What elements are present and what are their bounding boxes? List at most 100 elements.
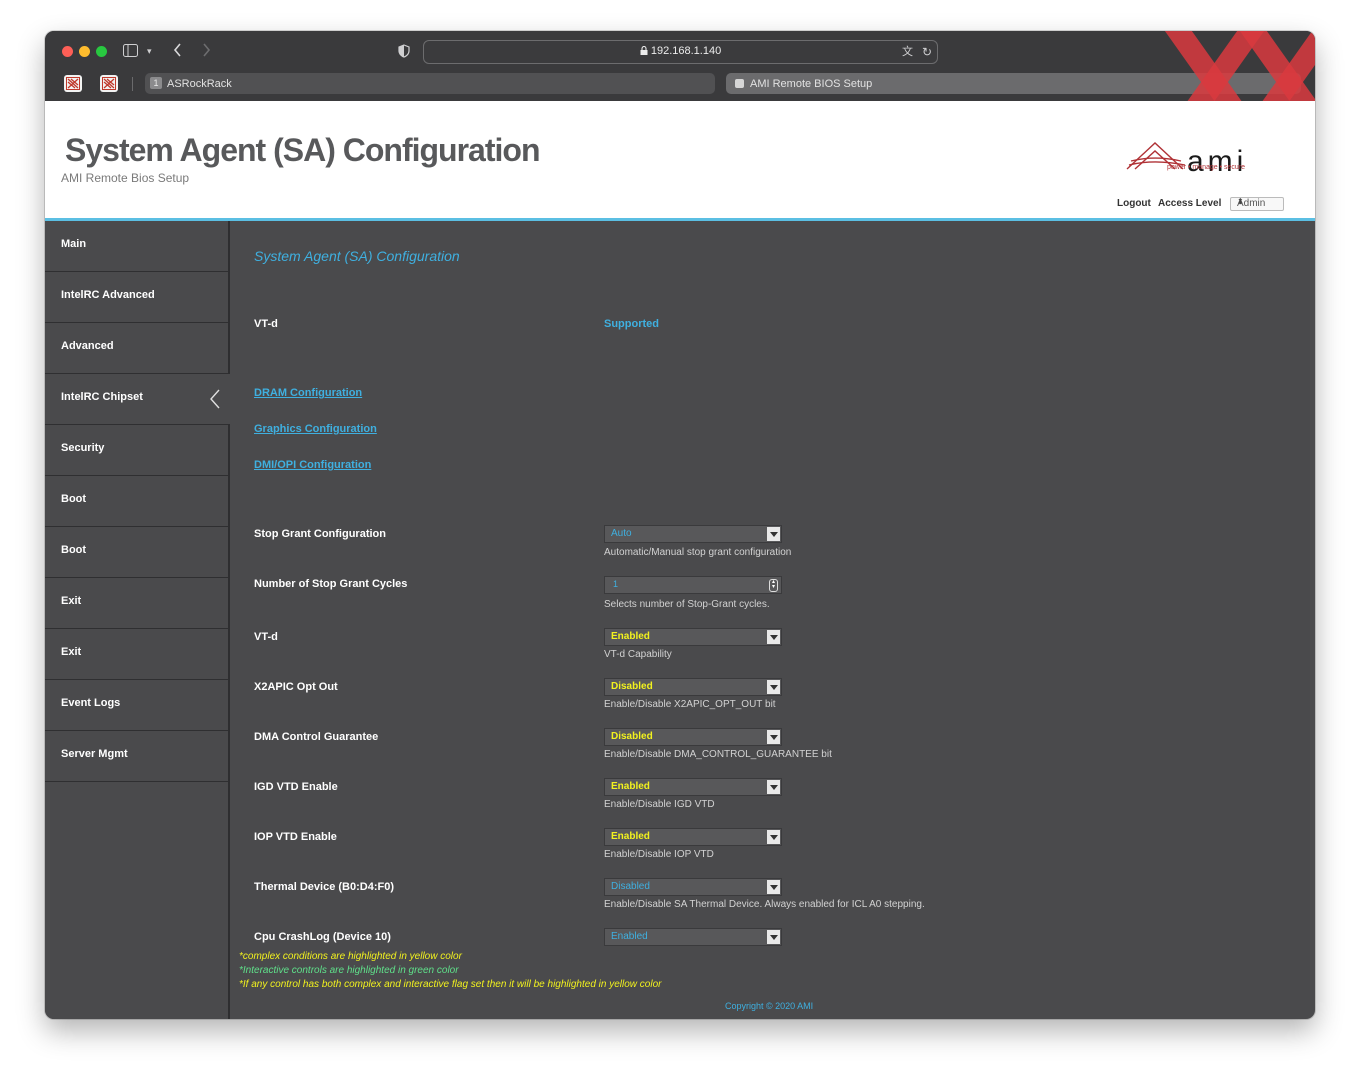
sidebar-item-intelrc-chipset[interactable]: IntelRC Chipset [45, 374, 230, 425]
setting-help: Enable/Disable SA Thermal Device. Always… [604, 899, 925, 910]
vtd-select[interactable]: Enabled [604, 628, 782, 646]
select-value: Enabled [611, 831, 650, 842]
tab-label: ASRockRack [167, 78, 232, 90]
dropdown-arrow-icon [767, 930, 780, 944]
page-subtitle: AMI Remote Bios Setup [61, 171, 190, 185]
select-value: Disabled [611, 681, 653, 692]
sidebar-item-advanced[interactable]: Advanced [45, 323, 228, 374]
sidebar-item-exit[interactable]: Exit [45, 578, 228, 629]
sidebar-item-label: IntelRC Chipset [61, 391, 143, 403]
chevron-down-icon[interactable]: ▾ [147, 44, 152, 58]
browser-toolbar: ▾ 192.168.1.140 ⽂ ↻ 1 ASRockRack AMI Rem… [45, 31, 1315, 101]
url-value: 192.168.1.140 [650, 45, 722, 57]
tab-asrockrack[interactable]: 1 ASRockRack [145, 73, 715, 94]
sidebar-item-boot-2[interactable]: Boot [45, 527, 228, 578]
setting-help: Automatic/Manual stop grant configuratio… [604, 547, 792, 558]
igd-vtd-enable-select[interactable]: Enabled [604, 778, 782, 796]
address-bar[interactable]: 192.168.1.140 ⽂ ↻ [423, 40, 938, 64]
sidebar-item-label: Boot [61, 544, 87, 556]
sidebar-item-main[interactable]: Main [45, 221, 228, 272]
stop-grant-configuration-select[interactable]: Auto [604, 525, 782, 543]
setting-help: VT-d Capability [604, 649, 672, 660]
forward-icon[interactable] [202, 43, 211, 59]
sidebar-item-label: Event Logs [61, 697, 121, 709]
setting-help: Enable/Disable IOP VTD [604, 849, 714, 860]
sidebar-item-label: IntelRC Advanced [61, 289, 155, 301]
sidebar-item-security[interactable]: Security [45, 425, 228, 476]
logo-wordmark: ami [1187, 145, 1247, 178]
tab-group-number: 1 [150, 77, 162, 89]
page-title: System Agent (SA) Configuration [65, 132, 540, 168]
sidebar-item-boot[interactable]: Boot [45, 476, 228, 527]
sidebar-item-label: Boot [61, 493, 87, 505]
setting-label: VT-d [254, 631, 278, 643]
sidebar-item-label: Main [61, 238, 87, 250]
select-value: Enabled [611, 781, 650, 792]
spinner-icon[interactable]: ▴ ▾ [769, 579, 778, 592]
dropdown-arrow-icon [767, 780, 780, 794]
reload-icon[interactable]: ↻ [922, 45, 932, 59]
sidebar-item-server-mgmt[interactable]: Server Mgmt [45, 731, 228, 782]
dropdown-arrow-icon [767, 880, 780, 894]
access-level-select[interactable]: Admin ⬍ [1230, 197, 1284, 211]
sidebar-nav: Main IntelRC Advanced Advanced IntelRC C… [45, 221, 230, 1019]
sidebar-item-label: Exit [61, 646, 82, 658]
dropdown-arrow-icon [767, 527, 780, 541]
updown-icon: ⬍ [1237, 197, 1244, 206]
stop-grant-cycles-input[interactable]: 1 ▴ ▾ [604, 576, 782, 594]
dma-control-guarantee-select[interactable]: Disabled [604, 728, 782, 746]
setting-label: IGD VTD Enable [254, 781, 338, 793]
note-interactive: *Interactive controls are highlighted in… [239, 965, 459, 976]
sidebar-item-event-logs[interactable]: Event Logs [45, 680, 228, 731]
cpu-crashlog-select[interactable]: Enabled [604, 928, 782, 946]
sidebar-item-intelrc-advanced[interactable]: IntelRC Advanced [45, 272, 228, 323]
x2apic-opt-out-select[interactable]: Disabled [604, 678, 782, 696]
dram-configuration-link[interactable]: DRAM Configuration [254, 387, 362, 399]
graphics-configuration-link[interactable]: Graphics Configuration [254, 423, 377, 435]
vtd-info-label: VT-d [254, 318, 278, 330]
lock-icon [640, 45, 651, 57]
sidebar-item-label: Exit [61, 595, 82, 607]
note-complex: *complex conditions are highlighted in y… [239, 951, 462, 962]
zoom-window-button[interactable] [96, 46, 107, 57]
input-value: 1 [613, 579, 619, 589]
dropdown-arrow-icon [767, 680, 780, 694]
sidebar-item-exit-2[interactable]: Exit [45, 629, 228, 680]
vtd-info-value: Supported [604, 318, 659, 330]
ami-logo-icon: ami [1126, 142, 1247, 178]
logout-link[interactable]: Logout [1117, 198, 1151, 209]
dropdown-arrow-icon [767, 730, 780, 744]
logo-tagline: power • manage • secure [1167, 164, 1246, 171]
back-icon[interactable] [173, 43, 182, 59]
settings-panel: System Agent (SA) Configuration VT-d Sup… [230, 221, 1315, 1019]
translate-icon[interactable]: ⽂ [902, 45, 913, 59]
dmi-opi-configuration-link[interactable]: DMI/OPI Configuration [254, 459, 371, 471]
setting-label: Thermal Device (B0:D4:F0) [254, 881, 394, 893]
select-value: Enabled [611, 931, 648, 942]
pinned-tab-2[interactable] [100, 75, 118, 92]
setting-help: Enable/Disable X2APIC_OPT_OUT bit [604, 699, 776, 710]
iop-vtd-enable-select[interactable]: Enabled [604, 828, 782, 846]
minimize-window-button[interactable] [79, 46, 90, 57]
close-window-button[interactable] [62, 46, 73, 57]
sidebar-toggle-icon[interactable] [123, 44, 138, 59]
copyright: Copyright © 2020 AMI [725, 1001, 814, 1011]
setting-label: Cpu CrashLog (Device 10) [254, 931, 391, 943]
privacy-shield-icon[interactable] [398, 44, 410, 60]
setting-label: Stop Grant Configuration [254, 528, 386, 540]
access-level-label: Access Level [1158, 198, 1222, 209]
section-title: System Agent (SA) Configuration [254, 248, 460, 264]
sidebar-item-label: Server Mgmt [61, 748, 128, 760]
dropdown-arrow-icon [767, 630, 780, 644]
thermal-device-select[interactable]: Disabled [604, 878, 782, 896]
note-both: *If any control has both complex and int… [239, 979, 662, 990]
select-value: Disabled [611, 881, 650, 892]
tab-divider [132, 77, 133, 91]
sidebar-item-label: Security [61, 442, 105, 454]
chevron-left-icon [210, 389, 220, 409]
setting-label: Number of Stop Grant Cycles [254, 578, 408, 590]
setting-label: IOP VTD Enable [254, 831, 337, 843]
setting-label: DMA Control Guarantee [254, 731, 379, 743]
setting-label: X2APIC Opt Out [254, 681, 338, 693]
pinned-tab-1[interactable] [64, 75, 82, 92]
